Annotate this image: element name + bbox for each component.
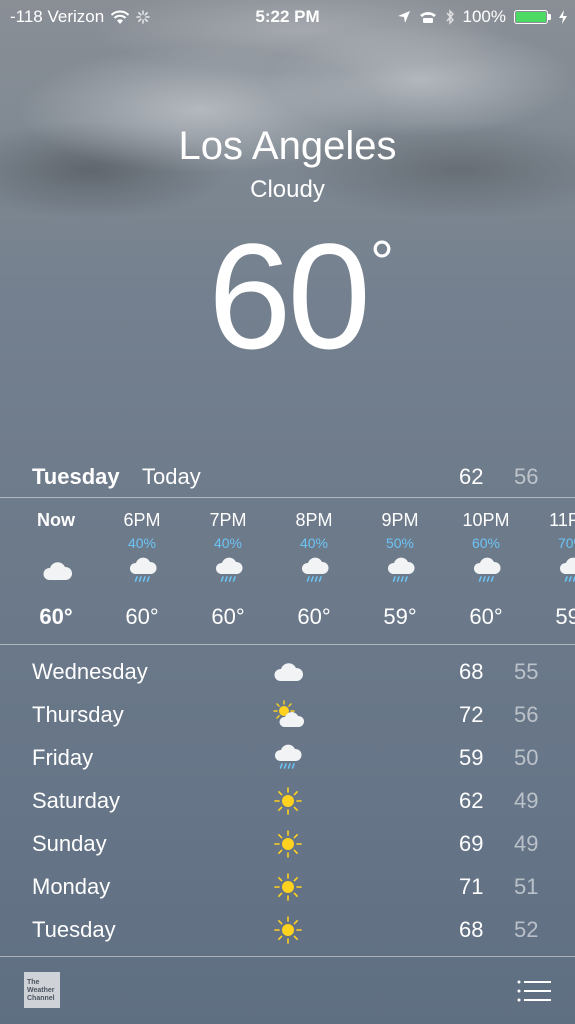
rain-cloud-icon xyxy=(471,556,503,584)
logo-line: Weather xyxy=(27,987,55,994)
day-name: Monday xyxy=(32,874,111,899)
hour-time: 10PM xyxy=(462,510,510,530)
day-low: 51 xyxy=(514,874,539,899)
battery-tip xyxy=(548,14,551,20)
rain-cloud-icon xyxy=(272,743,304,773)
temperature-value: 60 xyxy=(208,212,371,380)
precip-chance: 50% xyxy=(385,535,415,551)
current-condition: Cloudy xyxy=(250,176,325,203)
logo-line: The xyxy=(27,979,40,986)
daily-row: Wednesday 68 55 xyxy=(0,651,575,694)
precip-chance: 40% xyxy=(127,535,157,551)
weather-channel-logo[interactable]: The Weather Channel xyxy=(24,972,60,1008)
sun-icon xyxy=(272,829,304,859)
degree-symbol: ° xyxy=(370,229,394,296)
precip-chance: 60% xyxy=(471,535,501,551)
day-low: 50 xyxy=(514,745,539,770)
day-low: 49 xyxy=(514,788,539,813)
status-bar-right: 100% xyxy=(397,7,567,27)
day-low: 55 xyxy=(514,659,539,684)
today-summary-row: Tuesday Today 62 56 xyxy=(0,460,575,496)
rain-cloud-icon xyxy=(213,556,245,584)
daily-row: Saturday 62 49 xyxy=(0,780,575,823)
rain-cloud-icon xyxy=(385,556,417,584)
hour-time: 11PM xyxy=(549,510,575,530)
list-icon[interactable] xyxy=(517,979,551,1003)
daily-row: Friday 59 50 xyxy=(0,737,575,780)
sun-icon xyxy=(272,786,304,816)
day-name: Friday xyxy=(32,745,94,770)
hour-temperature: 60° xyxy=(211,604,245,629)
hour-temperature: 60° xyxy=(469,604,503,629)
location-arrow-icon xyxy=(397,11,410,23)
rain-cloud-icon xyxy=(557,556,575,584)
day-low: 56 xyxy=(514,702,539,727)
day-name: Saturday xyxy=(32,788,121,813)
precip-chance: 40% xyxy=(213,535,243,551)
day-name: Tuesday xyxy=(32,917,116,942)
city-name: Los Angeles xyxy=(178,124,397,168)
current-temperature: 60 ° xyxy=(0,210,575,383)
divider-bottom xyxy=(0,956,575,957)
rain-cloud-icon xyxy=(127,556,159,584)
hour-temperature: 60° xyxy=(39,604,73,629)
tty-icon xyxy=(419,12,436,23)
bluetooth-icon xyxy=(445,9,454,25)
day-high: 68 xyxy=(459,917,484,942)
day-name: Wednesday xyxy=(32,659,148,684)
hour-time: 9PM xyxy=(381,510,419,530)
hour-temperature: 59° xyxy=(555,604,575,629)
rain-cloud-icon xyxy=(299,556,331,584)
day-high: 72 xyxy=(459,702,484,727)
day-low: 52 xyxy=(514,917,539,942)
battery-icon xyxy=(514,10,548,24)
hour-time: 8PM xyxy=(295,510,333,530)
status-bar: -118 Verizon 5:22 PM 100% xyxy=(0,0,575,34)
hourly-forecast-strip[interactable]: Now 60° 6PM 40% 60° 7PM 40% 60° 8PM 40% 60° 9PM 50% 5… xyxy=(0,498,575,644)
hour-time: Now xyxy=(37,510,75,530)
daily-row: Tuesday 68 52 xyxy=(0,909,575,952)
hour-temperature: 60° xyxy=(297,604,331,629)
daily-row: Monday 71 51 xyxy=(0,866,575,909)
battery-fill xyxy=(516,12,546,22)
day-high: 62 xyxy=(459,788,484,813)
charging-bolt-icon xyxy=(559,10,567,24)
hour-temperature: 59° xyxy=(383,604,417,629)
today-day-name: Tuesday xyxy=(32,464,120,489)
partly-sunny-icon xyxy=(272,700,305,730)
battery-percent: 100% xyxy=(462,7,506,26)
cloud-icon xyxy=(41,556,73,584)
cloud-icon xyxy=(272,657,304,687)
day-high: 68 xyxy=(459,659,484,684)
divider-middle xyxy=(0,644,575,645)
hour-time: 7PM xyxy=(209,510,247,530)
day-high: 71 xyxy=(459,874,484,899)
logo-line: Channel xyxy=(27,995,55,1002)
precip-chance: 70% xyxy=(557,535,575,551)
daily-row: Thursday 72 56 xyxy=(0,694,575,737)
hour-temperature: 60° xyxy=(125,604,159,629)
sun-icon xyxy=(272,872,304,902)
today-high: 62 xyxy=(459,464,484,489)
day-name: Sunday xyxy=(32,831,107,856)
hour-time: 6PM xyxy=(123,510,161,530)
day-high: 69 xyxy=(459,831,484,856)
day-low: 49 xyxy=(514,831,539,856)
today-low: 56 xyxy=(514,464,539,489)
daily-row: Sunday 69 49 xyxy=(0,823,575,866)
day-high: 59 xyxy=(459,745,484,770)
sun-icon xyxy=(272,915,304,945)
today-label: Today xyxy=(142,464,201,489)
day-name: Thursday xyxy=(32,702,124,727)
precip-chance: 40% xyxy=(299,535,329,551)
